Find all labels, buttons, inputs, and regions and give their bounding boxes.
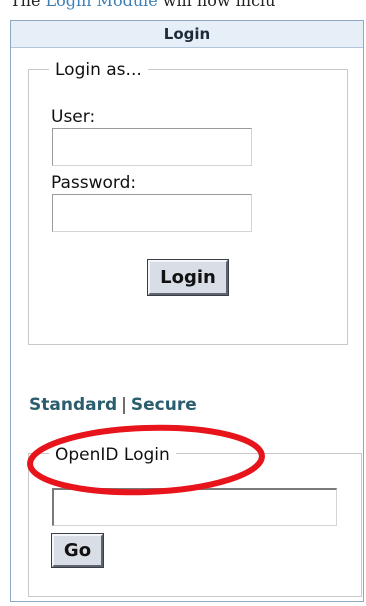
intro-text: The Login Module will now inclu: [10, 0, 275, 10]
login-as-legend: Login as...: [49, 60, 148, 80]
password-input[interactable]: [52, 194, 252, 232]
password-label: Password:: [51, 173, 137, 193]
openid-legend: OpenID Login: [49, 445, 176, 465]
login-button[interactable]: Login: [147, 259, 229, 296]
standard-link[interactable]: Standard: [29, 395, 117, 415]
openid-input[interactable]: [52, 488, 337, 526]
secure-link[interactable]: Secure: [131, 395, 197, 415]
links-separator: |: [121, 395, 127, 415]
go-button[interactable]: Go: [51, 533, 104, 568]
intro-prefix: The: [10, 0, 41, 10]
login-module-link[interactable]: Login Module: [46, 0, 158, 10]
connection-links: Standard | Secure: [29, 395, 197, 415]
login-module: Login Login as... User: Password: Login …: [10, 20, 364, 602]
intro-suffix: will now inclu: [162, 0, 276, 10]
login-module-title: Login: [11, 21, 363, 48]
user-input[interactable]: [52, 128, 252, 166]
user-label: User:: [51, 107, 96, 127]
